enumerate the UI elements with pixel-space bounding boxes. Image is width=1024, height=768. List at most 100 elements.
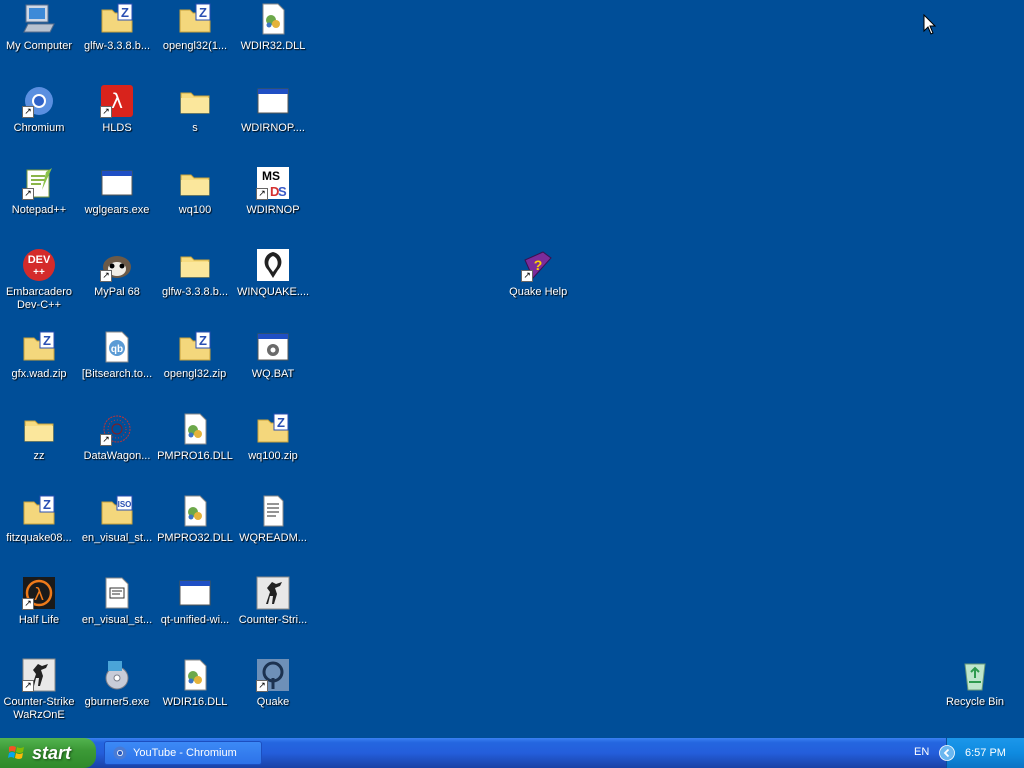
start-button[interactable]: start — [0, 738, 96, 768]
shortcut-arrow-icon: ↗ — [100, 434, 112, 446]
desktop-icon[interactable]: ↗ Quake — [234, 658, 312, 738]
desktop-icon[interactable]: wglgears.exe — [78, 166, 156, 246]
desktop-icon-label: HLDS — [102, 122, 132, 134]
clock[interactable]: 6:57 PM — [965, 747, 1006, 759]
desktop-icon-label: opengl32(1... — [162, 40, 228, 52]
cs-icon: ↗ — [22, 658, 56, 692]
desktop-icon-label: wq100 — [178, 204, 212, 216]
desktop-icon[interactable]: ↗ Chromium — [0, 84, 78, 164]
desktop-icon-label: [Bitsearch.to... — [81, 368, 153, 380]
desktop-icon-label: en_visual_st... — [81, 532, 153, 544]
taskbar-item-label: YouTube - Chromium — [133, 747, 237, 759]
desktop-icon[interactable]: λ ↗ Half Life — [0, 576, 78, 656]
desktop-icon[interactable]: s — [156, 84, 234, 164]
desktop-icon[interactable]: PMPRO16.DLL — [156, 412, 234, 492]
shortcut-arrow-icon: ↗ — [256, 680, 268, 692]
svg-text:Z: Z — [199, 5, 207, 20]
desktop-icon[interactable]: Zglfw-3.3.8.b... — [78, 2, 156, 82]
svg-text:?: ? — [534, 257, 543, 273]
folder-icon — [178, 248, 212, 282]
desktop-icon[interactable]: Zgfx.wad.zip — [0, 330, 78, 410]
taskbar: start YouTube - Chromium EN 6:57 PM — [0, 738, 1024, 768]
desktop-icon[interactable]: Recycle Bin — [936, 658, 1014, 738]
desktop-icon[interactable]: wq100 — [156, 166, 234, 246]
desktop-icon[interactable]: ↗ MyPal 68 — [78, 248, 156, 328]
window-icon — [256, 84, 290, 118]
svg-text:λ: λ — [111, 89, 123, 113]
desktop-icon-label: DataWagon... — [83, 450, 151, 462]
desktop-icon[interactable]: qb [Bitsearch.to... — [78, 330, 156, 410]
dll-icon — [256, 2, 290, 36]
desktop-icon[interactable]: WINQUAKE.... — [234, 248, 312, 328]
desktop-icon-label: wq100.zip — [248, 450, 298, 462]
desktop-icon[interactable]: Zopengl32(1... — [156, 2, 234, 82]
desktop-icon-label: Notepad++ — [11, 204, 67, 216]
svg-text:S: S — [278, 184, 287, 199]
desktop-icon[interactable]: en_visual_st... — [78, 576, 156, 656]
desktop-icon[interactable]: qt-unified-wi... — [156, 576, 234, 656]
zip-icon: Z — [22, 330, 56, 364]
desktop-icon[interactable]: Zfitzquake08... — [0, 494, 78, 574]
folder-icon — [22, 412, 56, 446]
desktop-icon[interactable]: glfw-3.3.8.b... — [156, 248, 234, 328]
desktop-icon[interactable]: Counter-Stri... — [234, 576, 312, 656]
help-icon: ? ↗ — [521, 248, 555, 282]
desktop-icon[interactable]: ↗ DataWagon... — [78, 412, 156, 492]
zip-icon: Z — [178, 330, 212, 364]
desktop-icon[interactable]: ↗ Counter-Strike WaRzOnE — [0, 658, 78, 738]
zip-icon: Z — [100, 2, 134, 36]
desktop-icon[interactable]: Zwq100.zip — [234, 412, 312, 492]
svg-text:Z: Z — [121, 5, 129, 20]
desktop-icon-label: glfw-3.3.8.b... — [161, 286, 229, 298]
desktop-icon[interactable]: WQREADM... — [234, 494, 312, 574]
shortcut-arrow-icon: ↗ — [22, 188, 34, 200]
datawagon-icon: ↗ — [100, 412, 134, 446]
svg-text:++: ++ — [33, 267, 45, 278]
iso-icon: ISO — [100, 494, 134, 528]
desktop-icon[interactable]: My Computer — [0, 2, 78, 82]
taskbar-item-chromium[interactable]: YouTube - Chromium — [104, 741, 262, 765]
shortcut-arrow-icon: ↗ — [256, 188, 268, 200]
desktop-icon[interactable]: ISO en_visual_st... — [78, 494, 156, 574]
desktop-icon-label: s — [192, 122, 198, 134]
language-indicator[interactable]: EN — [914, 746, 929, 758]
svg-text:ISO: ISO — [118, 500, 132, 509]
chromium-icon — [113, 746, 127, 760]
svg-text:Z: Z — [277, 415, 285, 430]
zip-icon: Z — [256, 412, 290, 446]
gburner-icon — [100, 658, 134, 692]
desktop-icon[interactable]: WQ.BAT — [234, 330, 312, 410]
start-label: start — [32, 742, 72, 763]
desktop-icon[interactable]: λ ↗ HLDS — [78, 84, 156, 164]
desktop-icon[interactable]: DEV ++ Embarcadero Dev-C++ — [0, 248, 78, 328]
desktop-icon[interactable]: MS D S ↗ WDIRNOP — [234, 166, 312, 246]
system-tray: 6:57 PM — [939, 738, 1024, 768]
desktop-icon[interactable]: ? ↗ Quake Help — [499, 248, 577, 328]
svg-text:qb: qb — [111, 344, 123, 355]
shortcut-arrow-icon: ↗ — [22, 106, 34, 118]
quake-white-icon — [256, 248, 290, 282]
desktop-icon-label: Quake — [256, 696, 290, 708]
desktop-icon[interactable]: Zopengl32.zip — [156, 330, 234, 410]
desktop-icon-label: Counter-Strike WaRzOnE — [3, 696, 75, 721]
desktop-icon-label: Recycle Bin — [945, 696, 1005, 708]
desktop-icon[interactable]: WDIRNOP.... — [234, 84, 312, 164]
mypal-icon: ↗ — [100, 248, 134, 282]
dll-icon — [178, 658, 212, 692]
computer-icon — [22, 2, 56, 36]
zip-icon: Z — [178, 2, 212, 36]
svg-text:Z: Z — [199, 333, 207, 348]
desktop-icon-label: WINQUAKE.... — [236, 286, 310, 298]
windows-logo-icon — [8, 746, 24, 759]
window-icon — [178, 576, 212, 610]
shortcut-arrow-icon: ↗ — [22, 598, 34, 610]
svg-text:λ: λ — [34, 585, 44, 605]
desktop-icon-label: zz — [33, 450, 45, 462]
desktop-icon[interactable]: WDIR32.DLL — [234, 2, 312, 82]
desktop-icon[interactable]: ↗ Notepad++ — [0, 166, 78, 246]
desktop-icon[interactable]: gburner5.exe — [78, 658, 156, 738]
desktop-icon[interactable]: WDIR16.DLL — [156, 658, 234, 738]
desktop-icon[interactable]: zz — [0, 412, 78, 492]
desktop-icon[interactable]: PMPRO32.DLL — [156, 494, 234, 574]
show-hidden-icons-chevron-icon[interactable] — [939, 745, 955, 761]
